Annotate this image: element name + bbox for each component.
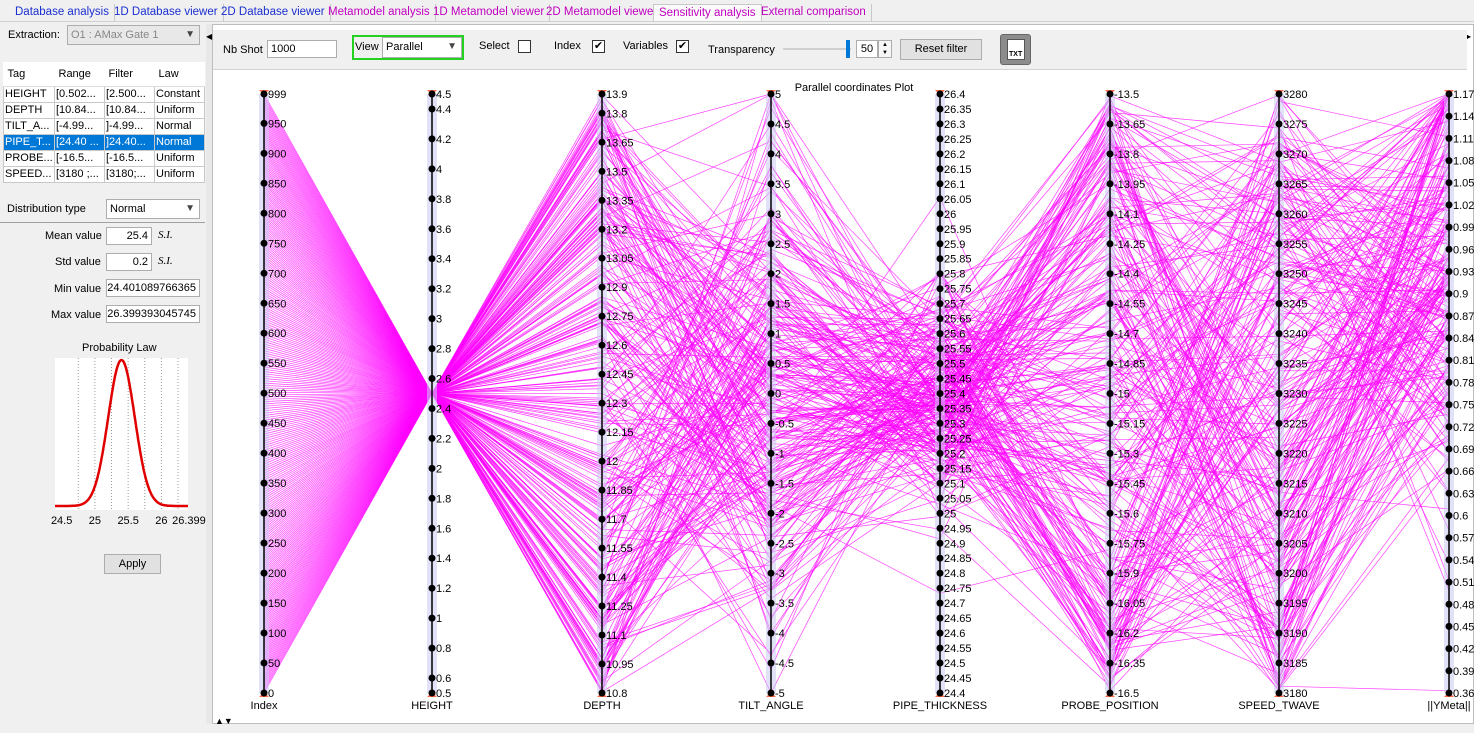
extraction-value: O1 : AMax Gate 1 bbox=[71, 29, 159, 41]
table-row[interactable]: SPEED... [3180 ;... [3180;... Uniform bbox=[3, 165, 205, 183]
transparency-spinner[interactable]: ▲ ▼ bbox=[878, 40, 892, 58]
probability-tick-label: 24.5 bbox=[51, 515, 72, 527]
mean-value-field[interactable]: 25.4 bbox=[106, 227, 152, 245]
transparency-label: Transparency bbox=[708, 44, 775, 56]
table-cell-filter[interactable]: [2.500... bbox=[104, 85, 155, 103]
table-cell-law[interactable]: Normal bbox=[154, 133, 205, 151]
probability-tick-label: 25.5 bbox=[117, 515, 138, 527]
table-cell-range[interactable]: [10.84... bbox=[54, 101, 105, 119]
view-value: Parallel bbox=[386, 41, 423, 53]
tab-1d-database-viewer[interactable]: 1D Database viewer bbox=[109, 4, 224, 21]
mean-value-label: Mean value bbox=[45, 230, 102, 242]
table-row[interactable]: DEPTH [10.84... [10.84... Uniform bbox=[3, 101, 205, 119]
std-value-label: Std value bbox=[55, 256, 101, 268]
nb-shot-label: Nb Shot bbox=[223, 44, 263, 56]
main-panel bbox=[212, 24, 1474, 724]
table-cell-law[interactable]: Uniform bbox=[154, 149, 205, 167]
tab-external-comparison[interactable]: External comparison bbox=[756, 4, 872, 21]
table-cell-law[interactable]: Uniform bbox=[154, 165, 205, 183]
probability-law-chart: 24.5 25 25.5 26 26.399 bbox=[51, 358, 206, 527]
table-cell-filter[interactable]: ]-4.99... bbox=[104, 117, 155, 135]
table-cell-filter[interactable]: [3180;... bbox=[104, 165, 155, 183]
index-label: Index bbox=[554, 40, 581, 52]
transparency-field[interactable]: 50 bbox=[856, 40, 878, 58]
table-cell-range[interactable]: [-4.99... bbox=[54, 117, 105, 135]
reset-filter-button[interactable]: Reset filter bbox=[900, 39, 982, 60]
table-row[interactable]: HEIGHT [0.502... [2.500... Constant bbox=[3, 85, 205, 103]
distribution-type-label: Distribution type bbox=[7, 203, 86, 215]
transparency-slider[interactable] bbox=[846, 40, 850, 58]
column-header-law[interactable]: Law bbox=[154, 62, 205, 87]
tab-bar: Database analysis 1D Database viewer 2D Da… bbox=[0, 0, 1474, 22]
parameter-table: Tag Range Filter Law HEIGHT [0.502... [2.500.… bbox=[3, 62, 205, 183]
apply-button[interactable]: Apply bbox=[104, 554, 161, 574]
view-group: View Parallel ▼ bbox=[352, 35, 464, 60]
column-header-range[interactable]: Range bbox=[54, 62, 105, 87]
tab-2d-database-viewer[interactable]: 2D Database viewer bbox=[216, 4, 331, 21]
table-cell-range[interactable]: [0.502... bbox=[54, 85, 105, 103]
max-value-label: Max value bbox=[51, 309, 102, 321]
table-cell-law[interactable]: Normal bbox=[154, 117, 205, 135]
export-txt-button[interactable]: TXT bbox=[1000, 34, 1031, 65]
table-row[interactable]: PIPE_T... [24.40 ...]24.40... Normal bbox=[3, 133, 205, 151]
chevron-down-icon: ▼ bbox=[185, 29, 195, 40]
transparency-slider-track bbox=[783, 48, 851, 50]
tab-metamodel-analysis[interactable]: Metamodel analysis bbox=[323, 4, 436, 21]
tab-2d-metamodel-viewer[interactable]: 2D Metamodel viewer bbox=[541, 4, 664, 21]
txt-icon-label: TXT bbox=[1009, 51, 1023, 58]
probability-tick-label: 26.399 bbox=[172, 515, 206, 527]
table-cell-range[interactable]: [3180 ;... bbox=[54, 165, 105, 183]
table-cell-tag[interactable]: HEIGHT bbox=[3, 85, 55, 103]
table-row[interactable]: PROBE... [-16.5... [-16.5... Uniform bbox=[3, 149, 205, 167]
select-label: Select bbox=[479, 40, 510, 52]
std-value-field[interactable]: 0.2 bbox=[106, 253, 152, 271]
probability-plot-area bbox=[55, 358, 188, 510]
view-select[interactable]: Parallel ▼ bbox=[382, 37, 462, 58]
txt-file-icon: TXT bbox=[1007, 39, 1025, 60]
tab-sensitivity-analysis[interactable]: Sensitivity analysis bbox=[653, 4, 762, 21]
min-value-label: Min value bbox=[54, 283, 102, 295]
plot-toolbar: Nb Shot 1000 View Parallel ▼ Select Inde… bbox=[213, 30, 1467, 70]
table-cell-law[interactable]: Uniform bbox=[154, 101, 205, 119]
index-checkbox[interactable]: ✔ bbox=[592, 40, 605, 53]
probability-tick-label: 26 bbox=[155, 515, 167, 527]
chevron-down-icon: ▼ bbox=[185, 203, 195, 214]
probability-tick-label: 25 bbox=[89, 515, 101, 527]
max-value-field[interactable]: 26.399393045745 bbox=[106, 305, 200, 323]
distribution-type-value: Normal bbox=[110, 203, 146, 215]
select-checkbox[interactable] bbox=[518, 40, 531, 53]
distribution-type-select[interactable]: Normal ▼ bbox=[106, 199, 200, 219]
table-row[interactable]: TILT_A... [-4.99...]-4.99... Normal bbox=[3, 117, 205, 135]
table-cell-law[interactable]: Constant bbox=[154, 85, 205, 103]
mean-unit: S.I. bbox=[158, 229, 173, 241]
column-header-filter[interactable]: Filter bbox=[104, 62, 155, 87]
tab-database-analysis[interactable]: Database analysis bbox=[10, 4, 115, 21]
chevron-down-icon: ▼ bbox=[447, 41, 457, 52]
column-header-tag[interactable]: Tag bbox=[3, 62, 55, 87]
collapse-left-icon[interactable]: ◀ bbox=[206, 30, 213, 44]
separator bbox=[0, 222, 205, 223]
extraction-label: Extraction: bbox=[8, 29, 60, 41]
table-cell-tag[interactable]: SPEED... bbox=[3, 165, 55, 183]
variables-checkbox[interactable]: ✔ bbox=[676, 40, 689, 53]
extraction-select[interactable]: O1 : AMax Gate 1 ▼ bbox=[67, 25, 200, 45]
expand-arrows-icon[interactable]: ▲▼ bbox=[215, 717, 233, 726]
table-cell-tag[interactable]: PIPE_T... bbox=[3, 133, 55, 151]
table-cell-tag[interactable]: DEPTH bbox=[3, 101, 55, 119]
tab-1d-metamodel-viewer[interactable]: 1D Metamodel viewer bbox=[428, 4, 551, 21]
variables-label: Variables bbox=[623, 40, 669, 52]
table-cell-range[interactable]: [-16.5... bbox=[54, 149, 105, 167]
std-unit: S.I. bbox=[158, 255, 173, 267]
view-label: View bbox=[355, 41, 379, 53]
table-cell-tag[interactable]: TILT_A... bbox=[3, 117, 55, 135]
nb-shot-field[interactable]: 1000 bbox=[267, 40, 337, 58]
table-cell-filter[interactable]: ]24.40... bbox=[104, 133, 155, 151]
table-cell-range[interactable]: [24.40 ... bbox=[54, 133, 105, 151]
min-value-field[interactable]: 24.401089766365 bbox=[106, 279, 200, 297]
table-cell-filter[interactable]: [10.84... bbox=[104, 101, 155, 119]
table-cell-tag[interactable]: PROBE... bbox=[3, 149, 55, 167]
table-cell-filter[interactable]: [-16.5... bbox=[104, 149, 155, 167]
probability-law-title: Probability Law bbox=[82, 342, 157, 354]
